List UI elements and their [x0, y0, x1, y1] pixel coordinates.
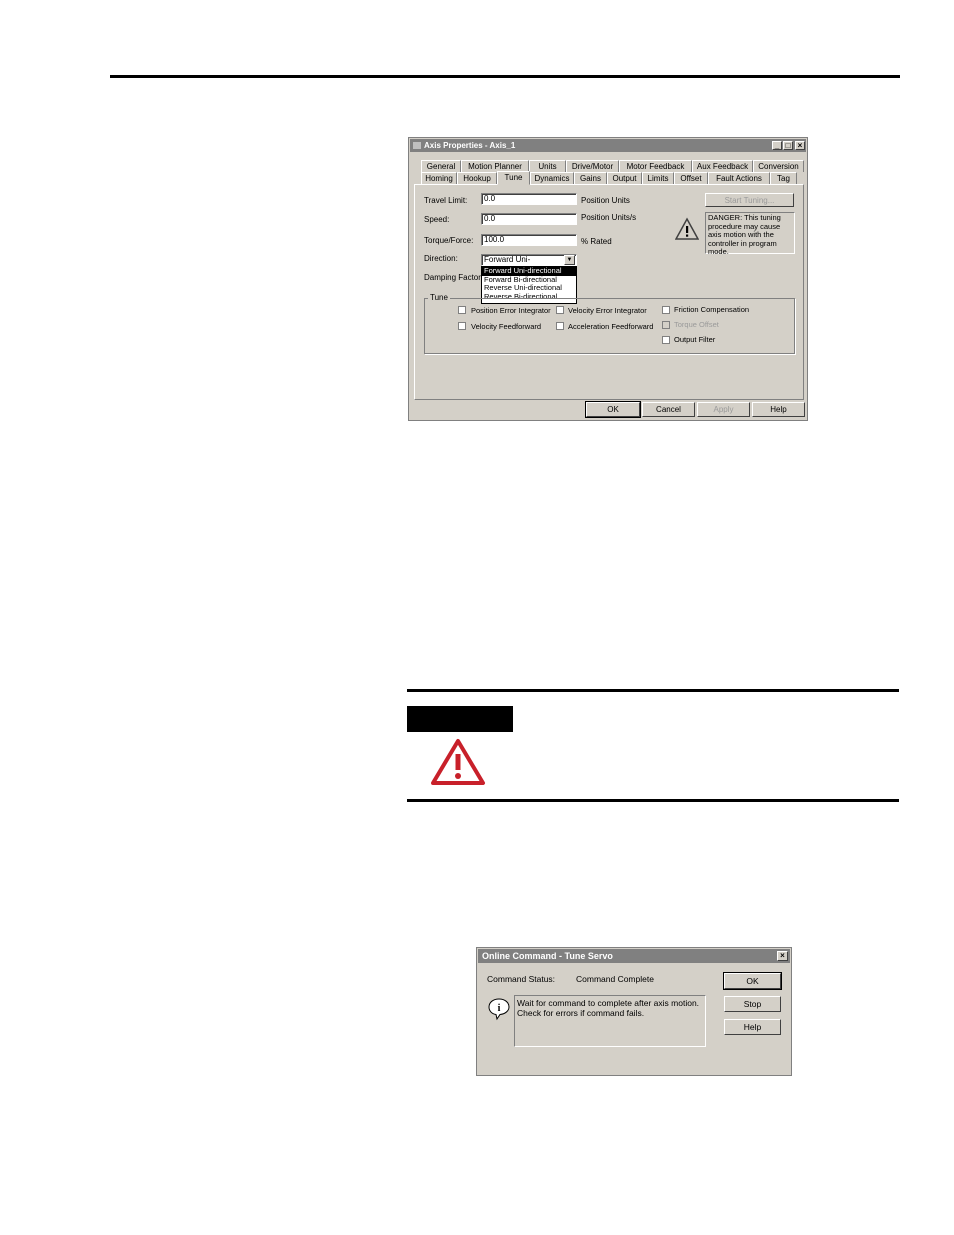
- dropdown-arrow-icon[interactable]: ▼: [564, 255, 575, 265]
- damping-factor-label: Damping Factor:: [424, 273, 484, 282]
- torque-input[interactable]: 100.0: [481, 234, 577, 246]
- travel-limit-label: Travel Limit:: [424, 196, 468, 205]
- tab-drive-motor[interactable]: Drive/Motor: [566, 160, 619, 172]
- direction-label: Direction:: [424, 254, 458, 263]
- acceleration-feedforward-checkbox[interactable]: [556, 322, 564, 330]
- message-text: Wait for command to complete after axis …: [517, 998, 700, 1018]
- velocity-error-integrator-checkbox[interactable]: [556, 306, 564, 314]
- tab-general[interactable]: General: [421, 160, 461, 172]
- travel-limit-input[interactable]: 0.0: [481, 193, 577, 205]
- help-button[interactable]: Help: [724, 1019, 781, 1035]
- stop-button[interactable]: Stop: [724, 996, 781, 1012]
- speed-label: Speed:: [424, 215, 450, 224]
- torque-offset-checkbox[interactable]: [662, 321, 670, 329]
- tune-group-label: Tune: [428, 293, 450, 302]
- tab-row-2: Homing Hookup Tune Dynamics Gains Output…: [413, 171, 805, 185]
- cancel-button[interactable]: Cancel: [642, 402, 695, 417]
- direction-select[interactable]: Forward Uni-directional: [481, 254, 577, 274]
- output-filter-checkbox[interactable]: [662, 336, 670, 344]
- app-icon: [413, 142, 421, 149]
- acceleration-feedforward-label: Acceleration Feedforward: [568, 322, 654, 331]
- close-button[interactable]: ×: [795, 141, 805, 150]
- online-command-dialog: Online Command - Tune Servo × Command St…: [476, 947, 792, 1076]
- dialog-title: Axis Properties - Axis_1: [424, 141, 516, 150]
- speed-unit: Position Units/s: [581, 213, 637, 222]
- velocity-feedforward-label: Velocity Feedforward: [471, 322, 542, 331]
- tab-row-1: General Motion Planner Units Drive/Motor…: [413, 160, 805, 172]
- danger-message: DANGER: This tuning procedure may cause …: [705, 212, 795, 256]
- maximize-button[interactable]: □: [783, 141, 793, 150]
- title-bar: Axis Properties - Axis_1 _ □ ×: [410, 139, 806, 152]
- tab-conversion[interactable]: Conversion: [753, 160, 804, 172]
- minimize-button[interactable]: _: [772, 141, 782, 150]
- tab-output[interactable]: Output: [607, 172, 642, 184]
- tab-tune[interactable]: Tune: [497, 171, 530, 185]
- torque-offset-label: Torque Offset: [674, 320, 719, 329]
- speed-input[interactable]: 0.0: [481, 213, 577, 225]
- close-button[interactable]: ×: [777, 951, 788, 961]
- position-error-integrator-checkbox[interactable]: [458, 306, 466, 314]
- tab-motor-feedback[interactable]: Motor Feedback: [619, 160, 692, 172]
- tab-fault-actions[interactable]: Fault Actions: [708, 172, 770, 184]
- tab-gains[interactable]: Gains: [574, 172, 607, 184]
- message-box: Wait for command to complete after axis …: [514, 995, 706, 1047]
- tab-tag[interactable]: Tag: [770, 172, 797, 184]
- travel-limit-unit: Position Units: [581, 196, 630, 205]
- start-tuning-button[interactable]: Start Tuning...: [705, 193, 794, 207]
- torque-unit: % Rated: [581, 237, 612, 246]
- torque-label: Torque/Force:: [424, 236, 474, 245]
- warning-bottom-rule: [407, 799, 899, 802]
- tab-units[interactable]: Units: [529, 160, 566, 172]
- tab-hookup[interactable]: Hookup: [457, 172, 497, 184]
- output-filter-label: Output Filter: [674, 335, 716, 344]
- title-bar: Online Command - Tune Servo ×: [478, 949, 790, 963]
- header-rule: [110, 75, 900, 78]
- command-status-label: Command Status:: [487, 974, 556, 984]
- tab-dynamics[interactable]: Dynamics: [530, 172, 574, 184]
- friction-compensation-checkbox[interactable]: [662, 306, 670, 314]
- tab-offset[interactable]: Offset: [674, 172, 708, 184]
- position-error-integrator-label: Position Error Integrator: [471, 306, 551, 315]
- warning-triangle-icon: [431, 739, 485, 785]
- info-glyph: i: [498, 1003, 501, 1014]
- danger-label-block: [407, 706, 513, 732]
- ok-button[interactable]: OK: [723, 972, 782, 990]
- friction-compensation-label: Friction Compensation: [674, 305, 750, 314]
- velocity-feedforward-checkbox[interactable]: [458, 322, 466, 330]
- tab-limits[interactable]: Limits: [642, 172, 674, 184]
- axis-properties-dialog: Axis Properties - Axis_1 _ □ × General M…: [408, 137, 808, 421]
- ok-button[interactable]: OK: [585, 401, 641, 418]
- command-status-value: Command Complete: [576, 974, 654, 984]
- warning-top-rule: [407, 689, 899, 692]
- warning-icon: [675, 217, 699, 240]
- tab-aux-feedback[interactable]: Aux Feedback: [692, 160, 753, 172]
- help-button[interactable]: Help: [752, 402, 805, 417]
- dialog-title: Online Command - Tune Servo: [482, 951, 613, 961]
- info-icon: i: [488, 998, 510, 1021]
- velocity-error-integrator-label: Velocity Error Integrator: [568, 306, 647, 315]
- tab-homing[interactable]: Homing: [421, 172, 457, 184]
- apply-button[interactable]: Apply: [697, 402, 750, 417]
